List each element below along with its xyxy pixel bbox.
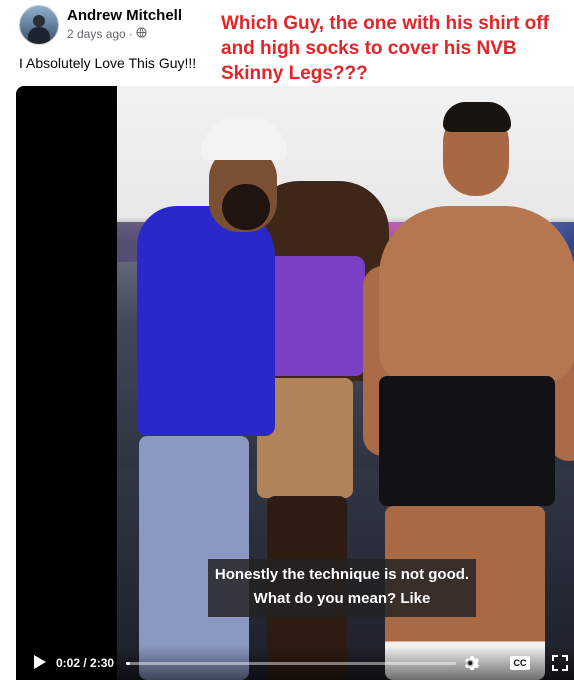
overlay-annotation: Which Guy, the one with his shirt off an… <box>221 13 549 84</box>
person-right-hair <box>443 102 511 132</box>
video-controls: 0:02 / 2:30 CC <box>16 646 574 680</box>
author-name[interactable]: Andrew Mitchell <box>67 7 182 24</box>
person-left <box>137 206 275 436</box>
avatar[interactable] <box>19 5 59 45</box>
duration: 2:30 <box>90 656 115 670</box>
post-caption: I Absolutely Love This Guy!!! <box>19 55 197 71</box>
person-left-jeans <box>139 436 249 680</box>
seek-bar-fill <box>126 662 131 665</box>
person-middle-top <box>265 256 365 376</box>
video-subtitle: Honestly the technique is not good. What… <box>208 559 476 617</box>
current-time: 0:02 <box>56 656 81 670</box>
globe-icon <box>136 27 147 41</box>
person-right-shorts <box>379 376 555 506</box>
time-display: 0:02 / 2:30 <box>56 656 114 670</box>
time-separator: / <box>80 656 91 670</box>
closed-captions-icon[interactable]: CC <box>510 656 530 670</box>
video-player[interactable]: Honestly the technique is not good. What… <box>16 86 574 680</box>
meta-separator: · <box>128 27 133 41</box>
seek-bar[interactable] <box>126 662 456 665</box>
settings-gear-icon[interactable] <box>462 653 482 673</box>
person-right <box>379 206 574 382</box>
timestamp[interactable]: 2 days ago <box>67 27 126 41</box>
person-left-beard <box>222 184 270 230</box>
play-icon[interactable] <box>30 653 48 671</box>
post-meta: 2 days ago · <box>67 27 147 41</box>
person-left-cap <box>201 116 287 160</box>
fullscreen-icon[interactable] <box>550 653 570 673</box>
